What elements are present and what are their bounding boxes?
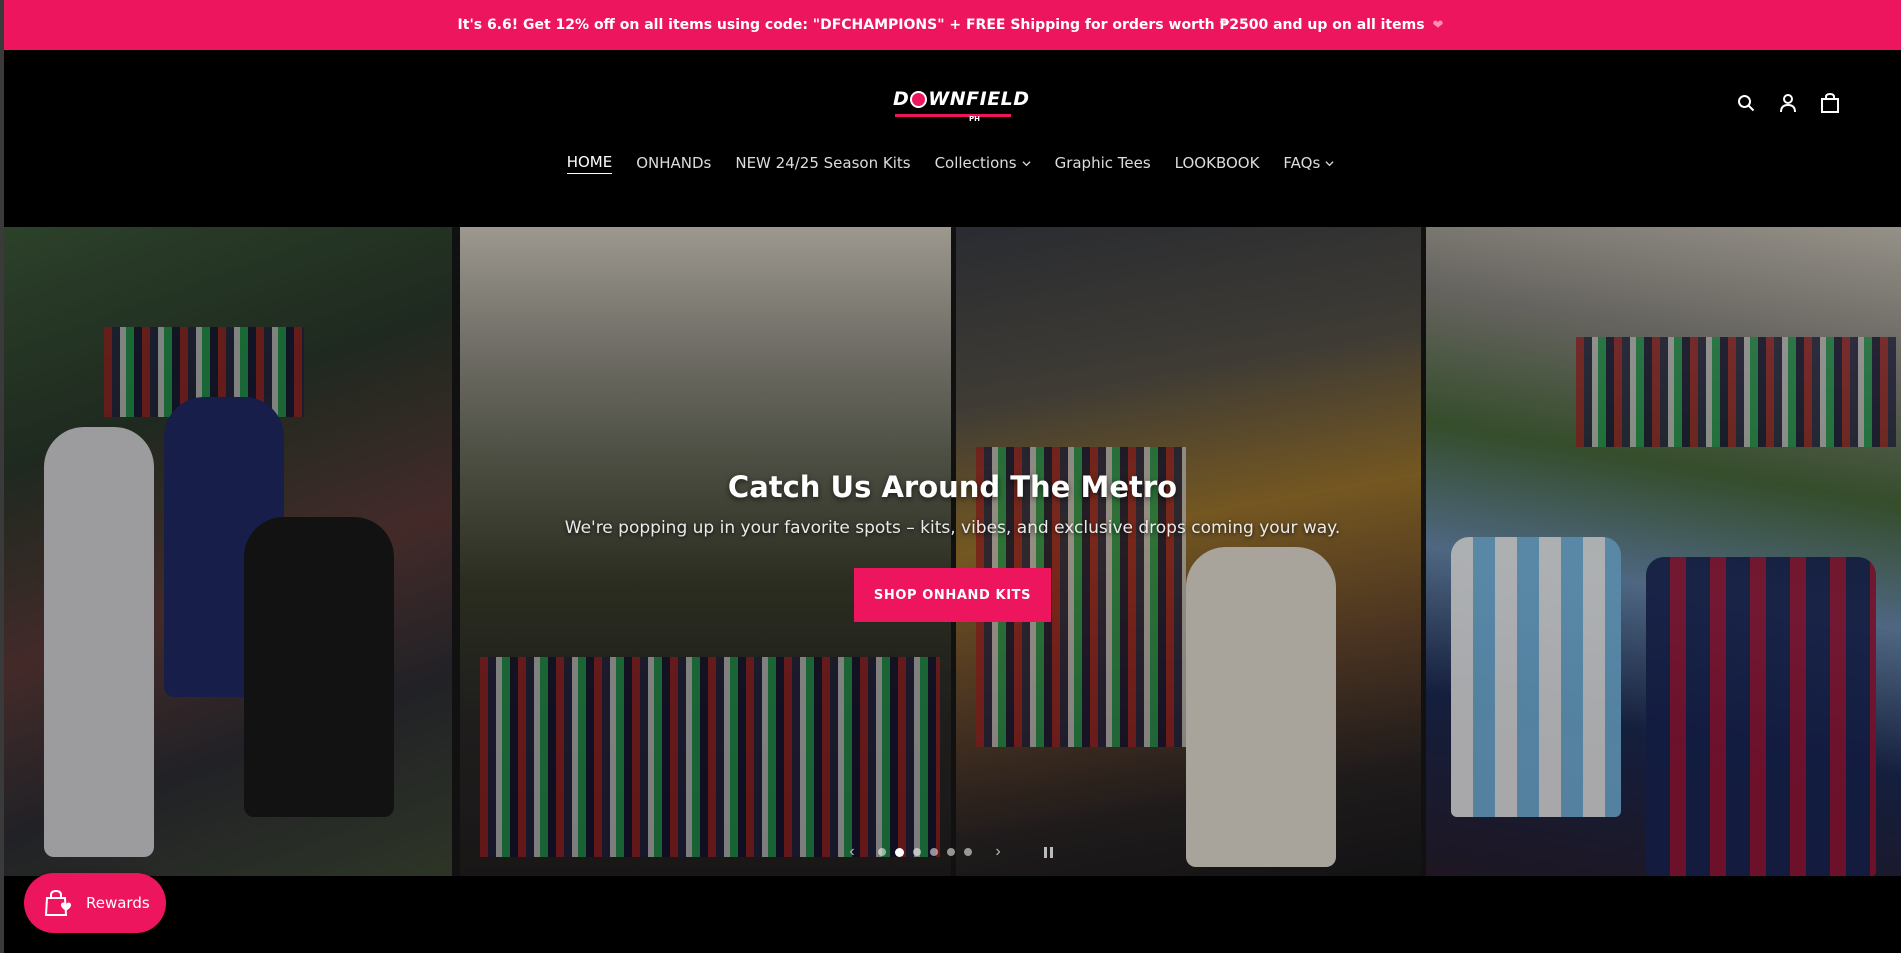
slide-dot[interactable]: [878, 848, 886, 856]
nav-label: FAQs: [1283, 154, 1321, 172]
window-edge: [0, 0, 4, 953]
pause-icon[interactable]: [1044, 846, 1053, 858]
slide-dot-active[interactable]: [895, 847, 904, 857]
hero-subtitle: We're popping up in your favorite spots …: [564, 518, 1341, 538]
nav-label: Collections: [934, 154, 1017, 172]
logo-text-left: D: [893, 88, 910, 110]
slide-dot[interactable]: [964, 848, 972, 856]
heart-emoji: ❤: [1432, 17, 1444, 33]
slide-dots: [878, 847, 972, 857]
nav-item-onhands[interactable]: ONHANDs: [624, 150, 723, 176]
nav-item-graphic-tees[interactable]: Graphic Tees: [1043, 150, 1163, 176]
rewards-launcher-button[interactable]: Rewards: [24, 873, 166, 933]
slideshow-controls: ‹ ›: [840, 839, 1080, 865]
account-icon[interactable]: [1775, 90, 1801, 116]
nav-label: HOME: [566, 153, 613, 174]
nav-item-collections[interactable]: Collections: [923, 150, 1043, 176]
shopping-bag-heart-icon: [44, 889, 72, 916]
chevron-right-icon[interactable]: ›: [986, 840, 1010, 864]
logo-text-right: WNFIELD: [928, 88, 1030, 110]
hero-content: Catch Us Around The Metro We're popping …: [4, 227, 1901, 876]
rewards-label: Rewards: [86, 894, 150, 912]
main-nav: HOME ONHANDs NEW 24/25 Season Kits Colle…: [0, 150, 1901, 176]
site-header: D WNFIELD PH HOME ONHANDs NEW 24/25 Seaso…: [0, 50, 1901, 227]
slide-dot[interactable]: [930, 848, 938, 856]
hero-title: Catch Us Around The Metro: [727, 470, 1178, 504]
nav-label: ONHANDs: [636, 154, 712, 172]
announcement-bar: It's 6.6! Get 12% off on all items using…: [0, 0, 1901, 50]
announcement-text: It's 6.6! Get 12% off on all items using…: [457, 17, 1425, 33]
shop-onhand-kits-button[interactable]: SHOP ONHAND KITS: [853, 568, 1052, 622]
slide-dot[interactable]: [947, 848, 955, 856]
header-icons: [1733, 90, 1843, 116]
nav-item-faqs[interactable]: FAQs: [1271, 150, 1346, 176]
cart-icon[interactable]: [1817, 90, 1843, 116]
logo-tag: PH: [969, 115, 980, 123]
nav-label: LOOKBOOK: [1174, 154, 1260, 172]
nav-item-lookbook[interactable]: LOOKBOOK: [1163, 150, 1272, 176]
chevron-down-icon: [1325, 160, 1334, 166]
slide-dot[interactable]: [913, 848, 921, 856]
nav-item-home[interactable]: HOME: [555, 150, 625, 176]
logo-wordmark: D WNFIELD: [893, 88, 1030, 110]
nav-label: NEW 24/25 Season Kits: [735, 154, 911, 172]
nav-label: Graphic Tees: [1054, 154, 1151, 172]
site-logo[interactable]: D WNFIELD PH: [893, 88, 1029, 124]
chevron-down-icon: [1022, 160, 1031, 166]
search-icon[interactable]: [1733, 90, 1759, 116]
nav-item-new-season-kits[interactable]: NEW 24/25 Season Kits: [723, 150, 922, 176]
hero-slideshow: Catch Us Around The Metro We're popping …: [4, 227, 1901, 876]
football-icon: [910, 90, 928, 108]
logo-underline: [895, 114, 1011, 117]
chevron-left-icon[interactable]: ‹: [840, 840, 864, 864]
